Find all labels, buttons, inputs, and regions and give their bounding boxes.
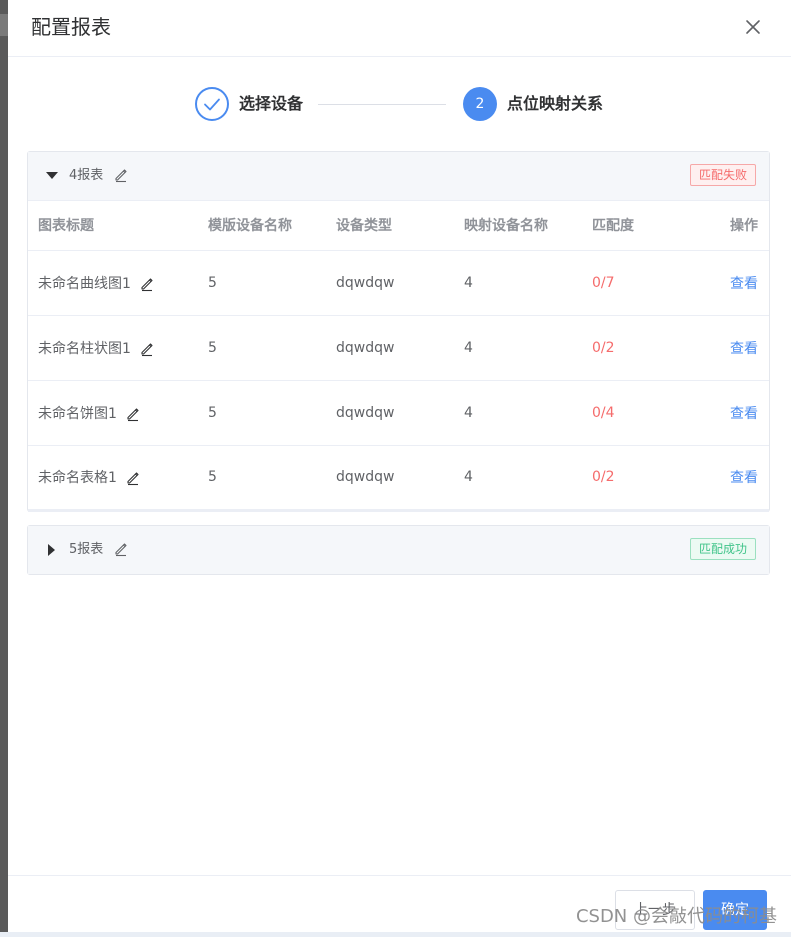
cell-device-type: dqwdqw: [336, 380, 464, 446]
cell-template-device: 5: [208, 380, 336, 446]
cell-mapped-device: 4: [464, 315, 592, 381]
cell-device-type: dqwdqw: [336, 445, 464, 512]
column-header-template-device: 模版设备名称: [208, 201, 336, 251]
cell-match: 0/4: [592, 380, 702, 446]
backdrop-overlay: [0, 0, 8, 937]
cell-match: 0/2: [592, 445, 702, 512]
step-1-label: 选择设备: [239, 94, 304, 113]
table-row: 未命名表格1 5 dqwdqw 4 0/2 查看: [28, 445, 769, 512]
caret-down-icon[interactable]: [46, 170, 58, 182]
cell-title: 未命名曲线图1: [28, 250, 208, 316]
close-icon: [746, 20, 760, 34]
panel-name: 5报表: [69, 542, 104, 557]
cell-title: 未命名表格1: [28, 445, 208, 512]
cell-title: 未命名柱状图1: [28, 315, 208, 381]
report-panel-5: 5报表 匹配成功: [27, 525, 770, 575]
view-link[interactable]: 查看: [730, 276, 758, 292]
edit-icon[interactable]: [113, 541, 129, 557]
dialog-title: 配置报表: [31, 15, 111, 39]
cell-action: 查看: [702, 315, 769, 381]
cell-template-device: 5: [208, 315, 336, 381]
step-2-label: 点位映射关系: [507, 94, 604, 113]
close-button[interactable]: [739, 13, 767, 41]
cell-device-type: dqwdqw: [336, 315, 464, 381]
dialog-header: 配置报表: [8, 0, 791, 57]
column-header-action: 操作: [702, 201, 769, 251]
config-report-dialog: 配置报表 选择设备 2 点位映射关系 4报表 匹配失败 图表标题 模版设备名称 …: [8, 0, 791, 937]
table-row: 未命名柱状图1 5 dqwdqw 4 0/2 查看: [28, 315, 769, 381]
view-link[interactable]: 查看: [730, 470, 758, 486]
cell-title: 未命名饼图1: [28, 380, 208, 446]
caret-right-icon[interactable]: [46, 544, 58, 556]
step-connector: [318, 104, 446, 105]
bottom-edge: [0, 932, 791, 937]
cell-device-type: dqwdqw: [336, 250, 464, 316]
edit-icon[interactable]: [113, 167, 129, 183]
cell-action: 查看: [702, 380, 769, 446]
cell-template-device: 5: [208, 250, 336, 316]
table-header-row: 图表标题 模版设备名称 设备类型 映射设备名称 匹配度 操作: [28, 201, 769, 251]
panel-header[interactable]: 4报表 匹配失败: [28, 152, 769, 201]
cell-match: 0/2: [592, 315, 702, 381]
cell-template-device: 5: [208, 445, 336, 512]
column-header-match: 匹配度: [592, 201, 702, 251]
cell-mapped-device: 4: [464, 250, 592, 316]
cell-action: 查看: [702, 250, 769, 316]
edit-icon[interactable]: [125, 406, 141, 422]
cell-mapped-device: 4: [464, 445, 592, 512]
view-link[interactable]: 查看: [730, 406, 758, 422]
steps-bar: 选择设备 2 点位映射关系: [8, 80, 791, 130]
edit-icon[interactable]: [139, 276, 155, 292]
column-header-title: 图表标题: [28, 201, 208, 251]
edit-icon[interactable]: [139, 341, 155, 357]
chart-title-text: 未命名表格1: [38, 470, 117, 486]
view-link[interactable]: 查看: [730, 341, 758, 357]
column-header-mapped-device: 映射设备名称: [464, 201, 592, 251]
watermark: CSDN @会敲代码的柯基: [575, 906, 777, 927]
cell-match: 0/7: [592, 250, 702, 316]
status-badge-fail: 匹配失败: [689, 164, 756, 186]
cell-mapped-device: 4: [464, 380, 592, 446]
background-page-fragment: [0, 14, 8, 36]
step-1-check-icon: [195, 87, 229, 121]
table-row: 未命名饼图1 5 dqwdqw 4 0/4 查看: [28, 380, 769, 446]
column-header-device-type: 设备类型: [336, 201, 464, 251]
status-badge-success: 匹配成功: [689, 538, 756, 560]
table-row: 未命名曲线图1 5 dqwdqw 4 0/7 查看: [28, 250, 769, 316]
edit-icon[interactable]: [125, 470, 141, 486]
panel-header[interactable]: 5报表 匹配成功: [28, 526, 769, 574]
mapping-table: 图表标题 模版设备名称 设备类型 映射设备名称 匹配度 操作 未命名曲线图1 5…: [28, 201, 769, 512]
chart-title-text: 未命名柱状图1: [38, 340, 131, 357]
panel-name: 4报表: [69, 168, 104, 183]
report-panel-4: 4报表 匹配失败 图表标题 模版设备名称 设备类型 映射设备名称 匹配度 操作: [27, 151, 770, 512]
chart-title-text: 未命名曲线图1: [38, 275, 131, 292]
chart-title-text: 未命名饼图1: [38, 405, 117, 422]
step-2-number: 2: [463, 87, 497, 121]
cell-action: 查看: [702, 445, 769, 512]
